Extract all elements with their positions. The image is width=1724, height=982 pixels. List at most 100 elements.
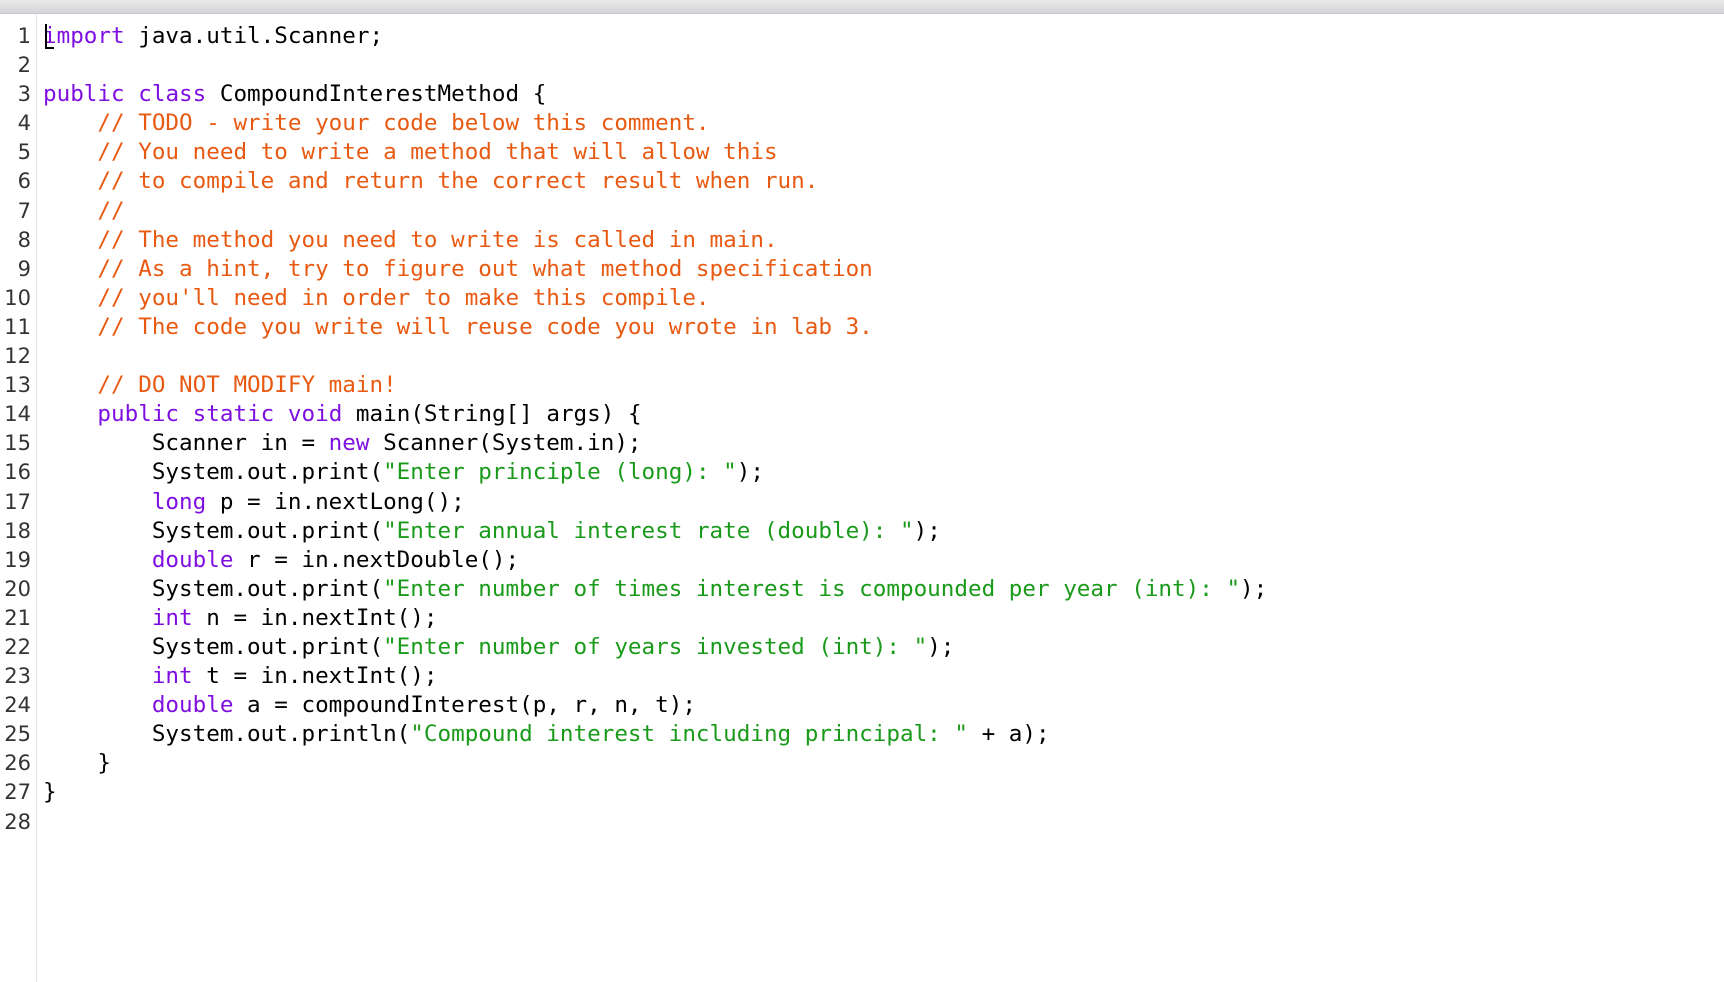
keyword-token: double (151, 546, 234, 573)
code-text[interactable]: public static void main(String[] args) { (43, 400, 642, 429)
code-editor[interactable]: 1 import java.util.Scanner; 2 3 public class… (0, 14, 1724, 982)
string-token: "Enter principle (long): " (383, 459, 737, 486)
code-line[interactable]: 11 // The code you write will reuse code… (0, 313, 1724, 342)
comment-token: // (97, 197, 125, 224)
line-number: 24 (4, 693, 31, 718)
comment-token: // As a hint, try to figure out what met… (97, 255, 873, 282)
code-text[interactable]: Scanner in = new Scanner(System.in); (43, 429, 642, 458)
code-line[interactable]: 3 public class CompoundInterestMethod { (0, 80, 1724, 109)
code-line[interactable]: 20 System.out.print("Enter number of tim… (0, 575, 1724, 604)
code-text[interactable]: // TODO - write your code below this com… (43, 109, 709, 138)
code-line[interactable]: 12 (0, 342, 1724, 371)
text-token: main(String[] args) { (342, 401, 642, 428)
text-token: System.out.print( (43, 633, 384, 660)
code-line[interactable]: 16 System.out.print("Enter principle (lo… (0, 458, 1724, 487)
text-cursor-foot (45, 47, 54, 49)
line-number: 14 (4, 402, 31, 427)
code-text[interactable]: int t = in.nextInt(); (43, 662, 438, 691)
code-line[interactable]: 27} (0, 778, 1724, 807)
code-text[interactable]: public class CompoundInterestMethod { (43, 80, 546, 109)
line-number: 4 (17, 111, 31, 136)
code-line[interactable]: 14 public static void main(String[] args… (0, 400, 1724, 429)
code-line[interactable]: 18 System.out.print("Enter annual intere… (0, 517, 1724, 546)
code-text[interactable]: import java.util.Scanner; (43, 22, 383, 51)
code-text[interactable]: // (43, 197, 125, 226)
text-token: ); (913, 517, 941, 544)
code-text[interactable]: long p = in.nextLong(); (43, 488, 465, 517)
code-line[interactable]: 9 // As a hint, try to figure out what m… (0, 255, 1724, 284)
code-line[interactable]: 21 int n = in.nextInt(); (0, 604, 1724, 633)
text-token: System.out.print( (43, 459, 384, 486)
keyword-token: void (287, 401, 343, 428)
code-text[interactable]: } (43, 778, 57, 807)
code-line[interactable]: 23 int t = in.nextInt(); (0, 662, 1724, 691)
text-token: r = in.nextDouble(); (233, 546, 520, 573)
code-text[interactable]: // You need to write a method that will … (43, 138, 778, 167)
code-line[interactable]: 25 System.out.println("Compound interest… (0, 720, 1724, 749)
code-line[interactable]: 4 // TODO - write your code below this c… (0, 109, 1724, 138)
code-line[interactable]: 22 System.out.print("Enter number of yea… (0, 633, 1724, 662)
line-number: 28 (4, 809, 31, 834)
code-line[interactable]: 6 // to compile and return the correct r… (0, 167, 1724, 196)
line-number: 16 (4, 460, 31, 485)
code-text[interactable]: System.out.print("Enter principle (long)… (43, 458, 764, 487)
line-number: 17 (4, 489, 31, 514)
text-token: java.util.Scanner; (124, 23, 384, 49)
code-text[interactable]: System.out.print("Enter annual interest … (43, 517, 941, 546)
text-token: CompoundInterestMethod { (206, 81, 547, 108)
text-token: System.out.println( (43, 721, 411, 748)
line-number: 22 (4, 634, 31, 659)
code-line[interactable]: 5 // You need to write a method that wil… (0, 138, 1724, 167)
code-text[interactable]: // The code you write will reuse code yo… (43, 313, 873, 342)
keyword-token: new (328, 430, 370, 457)
code-line[interactable]: 8 // The method you need to write is cal… (0, 226, 1724, 255)
text-token: } (43, 779, 57, 806)
code-text[interactable]: double a = compoundInterest(p, r, n, t); (43, 691, 696, 720)
text-token: t = in.nextInt(); (192, 663, 438, 690)
code-text[interactable]: // you'll need in order to make this com… (43, 284, 709, 313)
code-line[interactable]: 19 double r = in.nextDouble(); (0, 546, 1724, 575)
code-line[interactable]: 17 long p = in.nextLong(); (0, 488, 1724, 517)
code-line[interactable]: 1 import java.util.Scanner; (0, 22, 1724, 51)
string-token: "Enter number of times interest is compo… (383, 575, 1241, 602)
code-line[interactable]: 24 double a = compoundInterest(p, r, n, … (0, 691, 1724, 720)
keyword-token: class (138, 81, 207, 108)
comment-token: // You need to write a method that will … (97, 139, 778, 166)
code-text[interactable]: // DO NOT MODIFY main! (43, 371, 396, 400)
line-number: 10 (4, 285, 31, 310)
string-token: "Enter annual interest rate (double): " (383, 517, 914, 544)
keyword-token: int (151, 604, 193, 631)
text-token: ); (927, 633, 955, 660)
text-token: System.out.print( (43, 517, 384, 544)
text-token: p = in.nextLong(); (206, 488, 465, 515)
code-line[interactable]: 26 } (0, 749, 1724, 778)
code-text[interactable]: } (43, 749, 111, 778)
keyword-token: int (151, 663, 193, 690)
code-text[interactable]: System.out.println("Compound interest in… (43, 720, 1050, 749)
code-text[interactable]: System.out.print("Enter number of years … (43, 633, 955, 662)
code-line[interactable]: 28 (0, 808, 1724, 837)
code-text[interactable]: double r = in.nextDouble(); (43, 546, 519, 575)
keyword-token: import (43, 23, 125, 49)
code-text[interactable]: // As a hint, try to figure out what met… (43, 255, 873, 284)
code-text[interactable]: System.out.print("Enter number of times … (43, 575, 1267, 604)
code-text[interactable]: // The method you need to write is calle… (43, 226, 777, 255)
code-line[interactable]: 7 // (0, 197, 1724, 226)
text-token: a = compoundInterest(p, r, n, t); (233, 692, 696, 719)
code-line[interactable]: 13 // DO NOT MODIFY main! (0, 371, 1724, 400)
code-line[interactable]: 15 Scanner in = new Scanner(System.in); (0, 429, 1724, 458)
code-line[interactable]: 2 (0, 51, 1724, 80)
code-lines[interactable]: 1 import java.util.Scanner; 2 3 public class… (0, 22, 1724, 837)
comment-token: // The code you write will reuse code yo… (97, 313, 873, 340)
code-text[interactable]: // to compile and return the correct res… (43, 167, 818, 196)
code-text[interactable]: int n = in.nextInt(); (43, 604, 438, 633)
code-line[interactable]: 10 // you'll need in order to make this … (0, 284, 1724, 313)
text-cursor (45, 24, 47, 48)
